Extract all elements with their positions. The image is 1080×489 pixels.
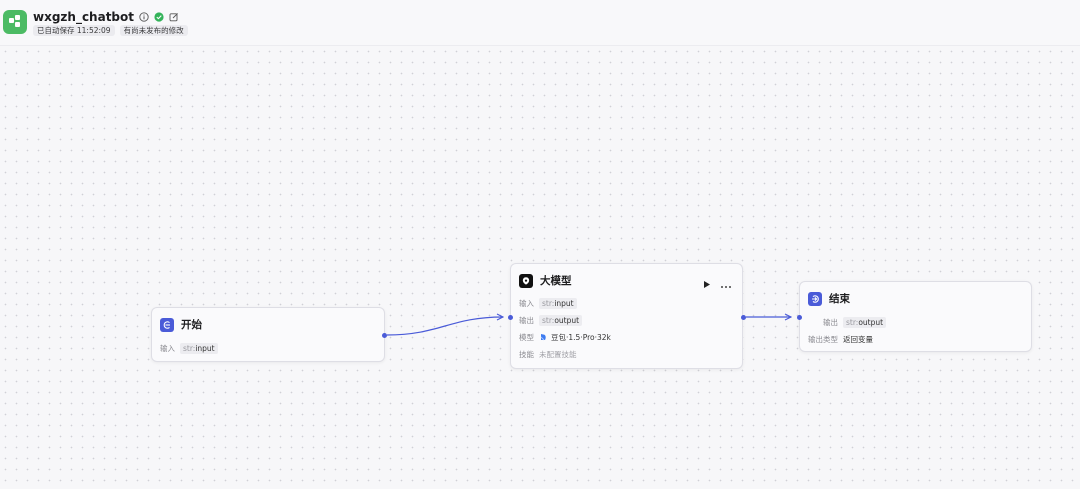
run-icon[interactable] xyxy=(702,274,711,293)
start-node[interactable]: 开始 输入 str:input xyxy=(151,307,387,362)
llm-skill-value: 未配置技能 xyxy=(539,349,577,359)
edit-icon[interactable] xyxy=(169,12,179,22)
app-title: wxgzh_chatbot xyxy=(33,10,135,24)
llm-icon xyxy=(519,273,533,288)
end-output-variable: str:output xyxy=(843,316,887,328)
workflow-canvas[interactable]: 开始 输入 str:input 大模型 输入 str:input 输出 str:… xyxy=(0,46,1080,489)
start-input-label: 输入 xyxy=(160,343,175,353)
info-icon[interactable] xyxy=(139,12,149,22)
app-logo-icon xyxy=(3,10,27,34)
llm-output-label: 输出 xyxy=(519,315,534,325)
more-options-icon[interactable] xyxy=(720,274,732,293)
unpublished-badge: 有尚未发布的修改 xyxy=(119,25,188,36)
end-node-title: 结束 xyxy=(829,293,850,305)
llm-input-variable: str:input xyxy=(539,297,577,309)
end-output-kind-label: 输出类型 xyxy=(808,334,838,344)
end-node[interactable]: 结束 输出 str:output 输出类型 返回变量 xyxy=(797,281,1032,352)
start-node-title: 开始 xyxy=(181,319,202,331)
llm-skill-label: 技能 xyxy=(519,349,534,359)
workflow-header: wxgzh_chatbot 已自动保存 11:52:09 有尚未发布的修改 xyxy=(0,0,1080,46)
llm-output-variable: str:output xyxy=(539,314,583,326)
end-output-kind-value: 返回变量 xyxy=(843,334,873,344)
verified-check-icon xyxy=(154,12,164,22)
start-input-variable: str:input xyxy=(180,342,218,354)
llm-input-handle[interactable] xyxy=(508,315,513,320)
end-output-label: 输出 xyxy=(823,317,838,327)
llm-node[interactable]: 大模型 输入 str:input 输出 str:output 模型 豆包·1.5… xyxy=(508,263,746,369)
llm-model-value: 豆包·1.5·Pro·32k xyxy=(539,332,611,343)
llm-input-label: 输入 xyxy=(519,298,534,308)
end-input-handle[interactable] xyxy=(797,315,802,320)
autosave-badge: 已自动保存 11:52:09 xyxy=(33,25,115,36)
llm-model-label: 模型 xyxy=(519,332,534,342)
edge-start-to-llm[interactable] xyxy=(386,317,503,336)
doubao-model-icon xyxy=(540,334,546,341)
llm-node-title: 大模型 xyxy=(540,275,572,287)
end-icon xyxy=(808,291,822,306)
start-output-handle[interactable] xyxy=(382,333,387,338)
llm-output-handle[interactable] xyxy=(741,315,746,320)
start-icon xyxy=(160,317,174,332)
